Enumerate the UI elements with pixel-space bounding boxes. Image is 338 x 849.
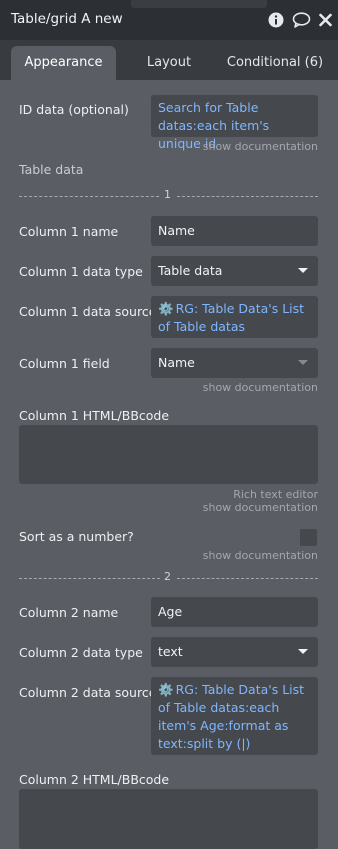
separator-number: 1 xyxy=(164,188,171,201)
rich-text-editor-link[interactable]: Rich text editor xyxy=(233,488,318,501)
separator-number: 2 xyxy=(164,570,171,583)
tab-conditional[interactable]: Conditional (6) xyxy=(222,46,328,80)
info-icon[interactable] xyxy=(268,12,284,28)
sort-number-label: Sort as a number? xyxy=(19,529,134,544)
column1-source-value: RG: Table Data's List of Table datas xyxy=(158,301,305,334)
column2-source-value: RG: Table Data's List of Table datas:eac… xyxy=(158,682,305,751)
column1-name-input[interactable]: Name xyxy=(151,216,318,246)
show-documentation-link[interactable]: show documentation xyxy=(203,381,318,394)
show-documentation-link[interactable]: show documentation xyxy=(203,549,318,562)
table-data-section-label: Table data xyxy=(19,162,84,177)
sort-number-checkbox[interactable] xyxy=(300,529,317,546)
column1-field-dropdown[interactable]: Name xyxy=(151,348,318,378)
chevron-down-icon xyxy=(298,649,308,654)
column2-html-label: Column 2 HTML/BBcode xyxy=(19,772,170,787)
column2-name-label: Column 2 name xyxy=(19,605,119,620)
tab-bar: Appearance Layout Conditional (6) xyxy=(0,40,338,80)
chevron-down-icon xyxy=(298,268,308,273)
column2-type-value: text xyxy=(158,644,183,659)
tab-appearance[interactable]: Appearance xyxy=(11,46,116,80)
gear-icon: ⚙️ xyxy=(158,301,174,316)
column1-source-label: Column 1 data source xyxy=(19,304,157,319)
column2-type-label: Column 2 data type xyxy=(19,645,143,660)
column1-source-field[interactable]: ⚙️ RG: Table Data's List of Table datas xyxy=(151,296,318,338)
column2-html-textarea[interactable] xyxy=(19,789,318,849)
column2-name-input[interactable]: Age xyxy=(151,597,318,627)
show-documentation-link[interactable]: show documentation xyxy=(203,140,318,153)
column2-name-value: Age xyxy=(158,604,183,619)
column2-source-field[interactable]: ⚙️ RG: Table Data's List of Table datas:e… xyxy=(151,677,318,755)
panel-header: Table/grid A new xyxy=(0,0,338,40)
chevron-down-icon xyxy=(298,360,308,365)
id-data-field[interactable]: Search for Table datas:each item's uniqu… xyxy=(151,95,318,151)
close-icon[interactable] xyxy=(319,12,332,28)
column-separator-1: 1 xyxy=(19,188,318,202)
column1-name-value: Name xyxy=(158,223,195,238)
column2-source-label: Column 2 data source xyxy=(19,685,157,700)
gear-icon: ⚙️ xyxy=(158,682,174,697)
column1-type-label: Column 1 data type xyxy=(19,264,143,279)
id-data-label: ID data (optional) xyxy=(19,102,129,117)
panel-title: Table/grid A new xyxy=(11,11,123,27)
column1-type-value: Table data xyxy=(158,263,223,278)
column2-type-dropdown[interactable]: text xyxy=(151,637,318,667)
column-separator-2: 2 xyxy=(19,570,318,584)
column1-field-label: Column 1 field xyxy=(19,356,110,371)
column1-type-dropdown[interactable]: Table data xyxy=(151,256,318,286)
column1-html-textarea[interactable] xyxy=(19,425,318,484)
column1-html-label: Column 1 HTML/BBcode xyxy=(19,408,170,423)
show-documentation-link[interactable]: show documentation xyxy=(203,501,318,514)
header-stub xyxy=(131,0,267,8)
column1-field-value: Name xyxy=(158,355,195,370)
column1-name-label: Column 1 name xyxy=(19,224,119,239)
comment-icon[interactable] xyxy=(292,12,311,28)
tab-layout[interactable]: Layout xyxy=(128,46,210,80)
